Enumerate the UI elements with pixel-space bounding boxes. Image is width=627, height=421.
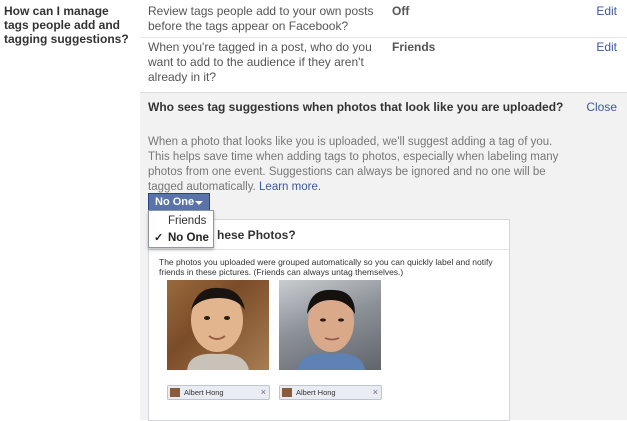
photo-preview-panel: hese Photos? The photos you uploaded wer… [148, 219, 510, 421]
learn-more-link[interactable]: Learn more. [259, 181, 321, 193]
remove-tag-icon[interactable]: × [261, 386, 266, 399]
panel-description: The photos you uploaded were grouped aut… [159, 257, 493, 277]
avatar [282, 388, 292, 397]
caret-down-icon [195, 201, 203, 205]
tag-suggestions-description: When a photo that looks like you is uplo… [148, 135, 568, 195]
setting-row-review-tags: Review tags people add to your own posts… [140, 4, 627, 38]
tag-chip: Albert Hong × [167, 385, 270, 400]
selected-value: No One [155, 196, 195, 208]
panel-title: hese Photos? [217, 228, 296, 242]
photo-thumbnail [279, 280, 381, 370]
checkmark-icon: ✓ [154, 232, 164, 244]
audience-dropdown-menu: Friends ✓ No One [148, 210, 214, 248]
setting-value: Friends [392, 40, 436, 54]
dropdown-option-friends[interactable]: Friends [149, 213, 213, 230]
option-label: No One [168, 232, 209, 244]
close-link[interactable]: Close [586, 100, 617, 114]
setting-description: When you're tagged in a post, who do you… [148, 40, 372, 84]
setting-row-audience: When you're tagged in a post, who do you… [140, 40, 627, 92]
remove-tag-icon[interactable]: × [373, 386, 378, 399]
tag-chip: Albert Hong × [279, 385, 382, 400]
edit-link[interactable]: Edit [596, 4, 617, 19]
dropdown-option-no-one[interactable]: ✓ No One [149, 230, 213, 247]
tag-suggestions-panel: Who sees tag suggestions when photos tha… [140, 92, 627, 421]
tag-name: Albert Hong [184, 388, 224, 397]
option-label: Friends [168, 215, 207, 227]
edit-link[interactable]: Edit [596, 40, 617, 55]
setting-value: Off [392, 4, 410, 18]
avatar [170, 388, 180, 397]
setting-description: Review tags people add to your own posts… [148, 4, 374, 33]
tag-name: Albert Hong [296, 388, 336, 397]
description-text: When a photo that looks like you is uplo… [148, 136, 559, 193]
section-title: How can I manage tags people add and tag… [4, 4, 129, 46]
tag-suggestions-title: Who sees tag suggestions when photos tha… [148, 100, 564, 114]
photo-thumbnail [167, 280, 269, 370]
